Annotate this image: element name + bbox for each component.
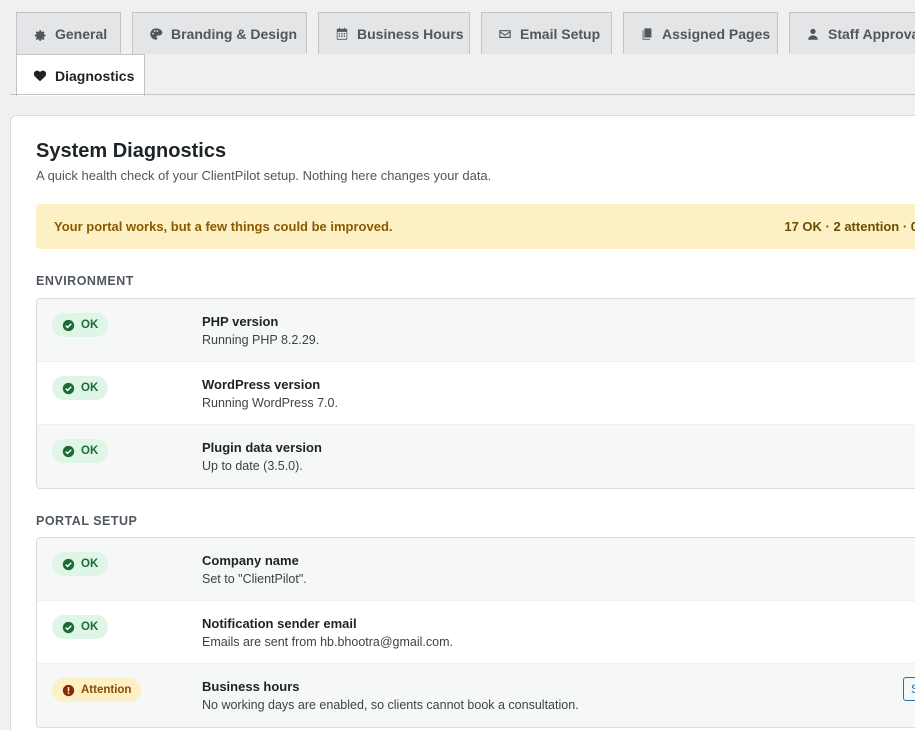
fix-business-hours-button[interactable]: S xyxy=(903,677,915,701)
tab-label: Branding & Design xyxy=(171,25,298,42)
gear-icon xyxy=(33,27,47,41)
tab-email-setup[interactable]: Email Setup xyxy=(481,12,612,54)
section-label-portal-setup: PORTAL SETUP xyxy=(36,514,138,528)
check-title: Company name xyxy=(202,553,299,568)
tab-label: Staff Approva xyxy=(828,25,915,42)
status-text: OK xyxy=(81,621,99,633)
status-badge: OK xyxy=(52,439,109,463)
status-badge: Attention xyxy=(52,678,142,702)
section-label-environment: ENVIRONMENT xyxy=(36,274,134,288)
tab-label: Email Setup xyxy=(520,25,601,42)
check-row-php-version: OK PHP version Running PHP 8.2.29. xyxy=(37,299,915,362)
page-title: System Diagnostics xyxy=(36,140,227,162)
tab-diagnostics[interactable]: Diagnostics xyxy=(16,54,145,96)
user-icon xyxy=(806,27,820,41)
check-row-company-name: OK Company name Set to "ClientPilot". xyxy=(37,538,915,601)
check-description: Up to date (3.5.0). xyxy=(202,459,303,473)
tab-business-hours[interactable]: Business Hours xyxy=(318,12,470,54)
calendar-icon xyxy=(335,27,349,41)
status-banner: Your portal works, but a few things coul… xyxy=(36,204,915,249)
tab-branding-design[interactable]: Branding & Design xyxy=(132,12,307,54)
status-badge: OK xyxy=(52,552,109,576)
diagnostics-panel: System Diagnostics A quick health check … xyxy=(10,115,915,730)
tab-label: Business Hours xyxy=(357,25,464,42)
check-description: Set to "ClientPilot". xyxy=(202,572,307,586)
check-row-plugin-data-version: OK Plugin data version Up to date (3.5.0… xyxy=(37,425,915,488)
environment-checks: OK PHP version Running PHP 8.2.29. OK Wo… xyxy=(36,298,915,489)
check-description: No working days are enabled, so clients … xyxy=(202,698,579,712)
check-circle-icon xyxy=(62,382,75,395)
status-text: OK xyxy=(81,558,99,570)
warning-circle-icon xyxy=(62,684,75,697)
check-description: Running PHP 8.2.29. xyxy=(202,333,320,347)
banner-message: Your portal works, but a few things coul… xyxy=(54,219,393,234)
settings-tabs: General Branding & Design Business Hours… xyxy=(0,0,915,96)
page-subtitle: A quick health check of your ClientPilot… xyxy=(36,168,492,183)
check-description: Emails are sent from hb.bhootra@gmail.co… xyxy=(202,635,453,649)
tab-general[interactable]: General xyxy=(16,12,121,54)
tabs-divider xyxy=(10,94,915,95)
envelope-icon xyxy=(498,27,512,41)
check-title: WordPress version xyxy=(202,377,321,392)
heart-icon xyxy=(33,69,47,83)
check-row-wordpress-version: OK WordPress version Running WordPress 7… xyxy=(37,362,915,425)
check-title: PHP version xyxy=(202,314,279,329)
check-circle-icon xyxy=(62,621,75,634)
check-circle-icon xyxy=(62,319,75,332)
check-row-notification-sender-email: OK Notification sender email Emails are … xyxy=(37,601,915,664)
status-badge: OK xyxy=(52,313,109,337)
tab-label: Diagnostics xyxy=(55,67,135,84)
check-title: Notification sender email xyxy=(202,616,357,631)
tab-staff-approval[interactable]: Staff Approva xyxy=(789,12,915,54)
status-text: OK xyxy=(81,382,99,394)
banner-counts: 17 OK · 2 attention · 0 xyxy=(784,219,915,234)
status-badge: OK xyxy=(52,615,109,639)
palette-icon xyxy=(149,27,163,41)
check-circle-icon xyxy=(62,558,75,571)
check-title: Business hours xyxy=(202,679,300,694)
status-badge: OK xyxy=(52,376,109,400)
status-text: OK xyxy=(81,319,99,331)
status-text: OK xyxy=(81,445,99,457)
check-circle-icon xyxy=(62,445,75,458)
tab-assigned-pages[interactable]: Assigned Pages xyxy=(623,12,778,54)
portal-setup-checks: OK Company name Set to "ClientPilot". OK… xyxy=(36,537,915,728)
status-text: Attention xyxy=(81,684,132,696)
check-description: Running WordPress 7.0. xyxy=(202,396,338,410)
tab-label: General xyxy=(55,25,108,42)
pages-icon xyxy=(640,27,654,41)
tab-label: Assigned Pages xyxy=(662,25,771,42)
check-title: Plugin data version xyxy=(202,440,322,455)
check-row-business-hours: Attention Business hours No working days… xyxy=(37,664,915,727)
